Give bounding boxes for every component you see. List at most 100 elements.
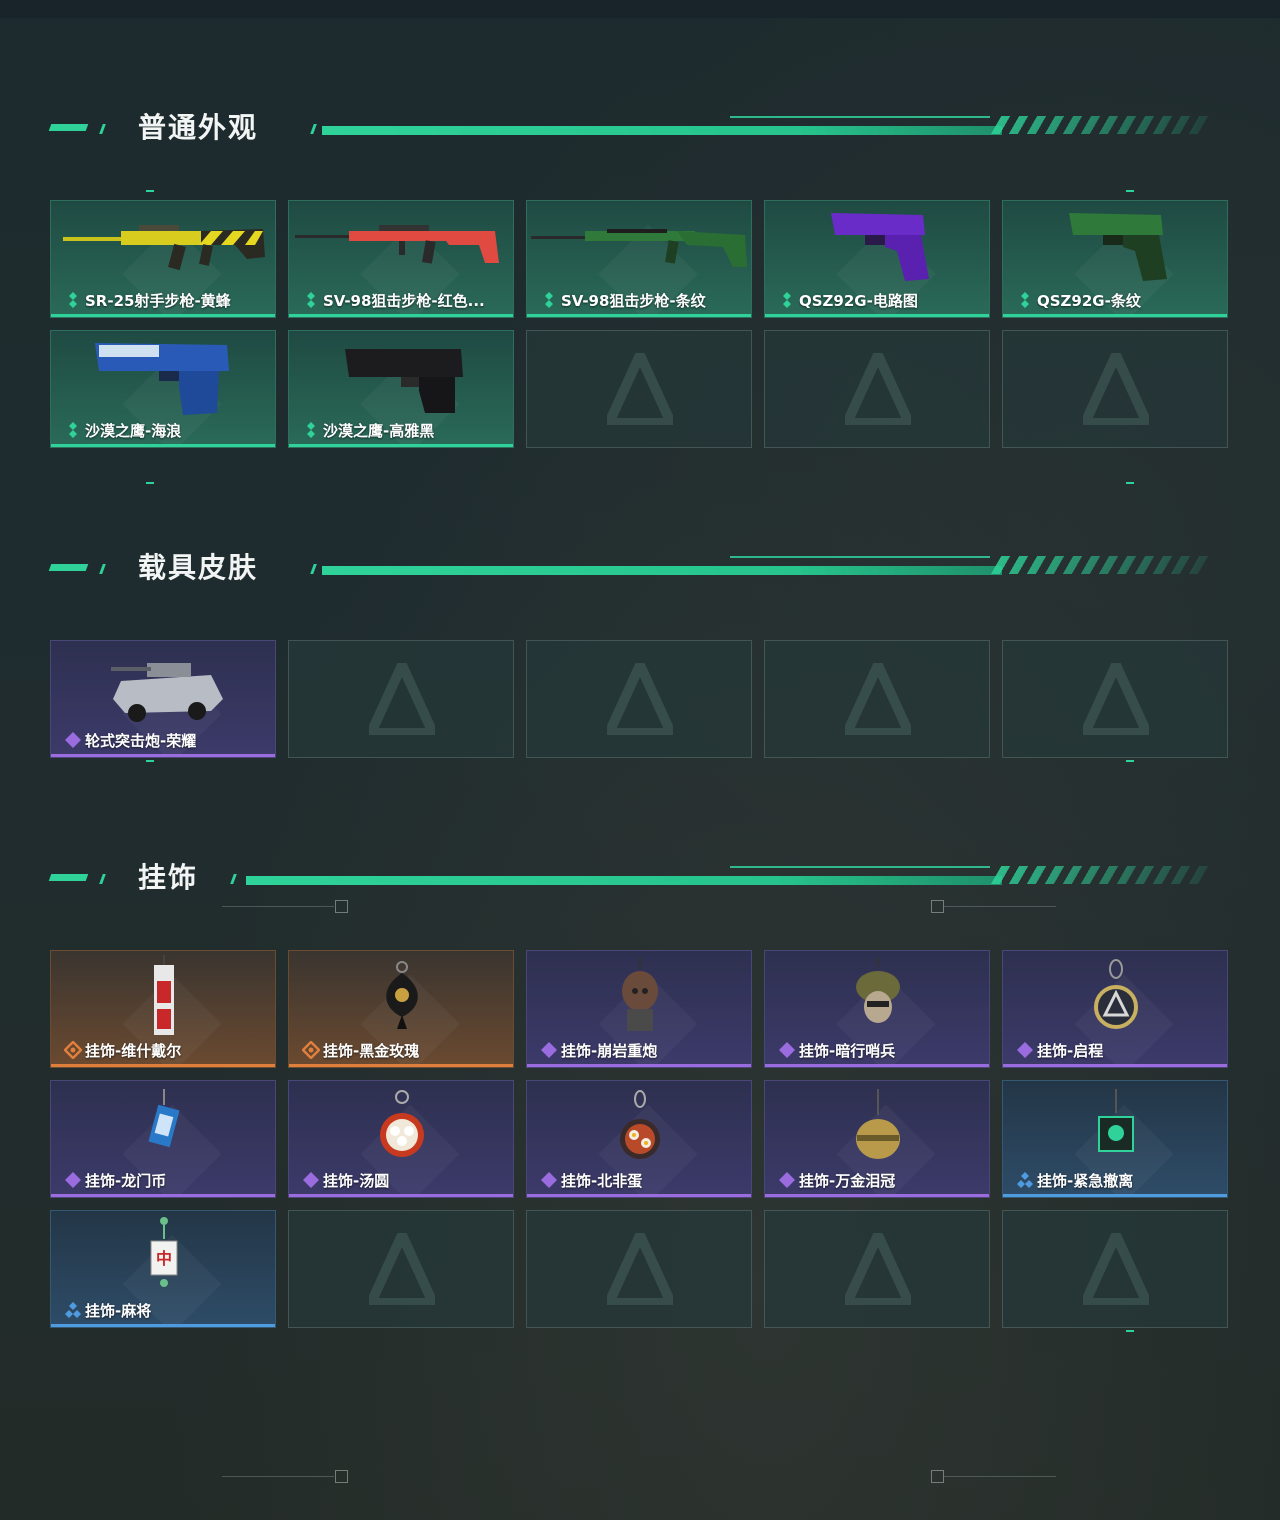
item-label: SV-98狙击步枪-红色... (323, 292, 485, 310)
placeholder-logo-icon (845, 1233, 911, 1305)
charm-ring-icon (1094, 959, 1138, 1029)
header-accent (99, 124, 106, 134)
item-card-charm-shadow-sentry[interactable]: 挂饰-暗行哨兵 (764, 950, 990, 1068)
header-line (730, 556, 990, 558)
item-card-deagle-wave[interactable]: 沙漠之鹰-海浪 (50, 330, 276, 448)
hud-line (944, 1476, 1056, 1477)
item-label: 挂饰-黑金玫瑰 (323, 1042, 420, 1060)
empty-slot (764, 640, 990, 758)
placeholder-logo-icon (1083, 1233, 1149, 1305)
item-label: 挂饰-紧急撤离 (1037, 1172, 1134, 1190)
header-accent (48, 124, 89, 131)
hud-box (931, 900, 944, 913)
hud-line (222, 906, 334, 907)
hud-box (335, 900, 348, 913)
rarity-orange-icon (302, 1041, 320, 1059)
rarity-bar (51, 1324, 275, 1327)
empty-slot (288, 640, 514, 758)
charm-pan-icon (620, 1090, 660, 1159)
placeholder-logo-icon (369, 1233, 435, 1305)
item-label: QSZ92G-电路图 (799, 292, 918, 310)
rarity-green-icon (307, 422, 315, 438)
placeholder-logo-icon (845, 663, 911, 735)
charm-card-icon (148, 1089, 180, 1148)
item-card-wheeled-assault-gun[interactable]: 轮式突击炮-荣耀 (50, 640, 276, 758)
header-line (730, 116, 990, 118)
item-card-charm-mahjong[interactable]: 中 挂饰-麻将 (50, 1210, 276, 1328)
rarity-purple-icon (65, 732, 81, 748)
placeholder-logo-icon (369, 663, 435, 735)
item-card-sv98-red[interactable]: SV-98狙击步枪-红色... (288, 200, 514, 318)
rarity-bar (527, 1064, 751, 1067)
rarity-bar (527, 1194, 751, 1197)
item-card-charm-wisadel[interactable]: 挂饰-维什戴尔 (50, 950, 276, 1068)
item-label: 挂饰-启程 (1037, 1042, 1104, 1060)
item-card-charm-emergency-evac[interactable]: 挂饰-紧急撤离 (1002, 1080, 1228, 1198)
item-card-charm-rock-cannon[interactable]: 挂饰-崩岩重炮 (526, 950, 752, 1068)
header-accent (230, 874, 237, 884)
item-card-charm-tangyuan[interactable]: 挂饰-汤圆 (288, 1080, 514, 1198)
rarity-bar (765, 314, 989, 317)
corner-mark (146, 482, 154, 484)
rarity-green-icon (545, 292, 553, 308)
header-accent (99, 874, 106, 884)
rarity-blue-icon (1017, 1172, 1033, 1188)
item-card-charm-tear-crown[interactable]: 挂饰-万金泪冠 (764, 1080, 990, 1198)
section-header-vehicle-skins: 载具皮肤 (48, 550, 1212, 590)
rarity-bar (527, 314, 751, 317)
rarity-green-icon (69, 292, 77, 308)
header-line (246, 876, 1002, 885)
sniper-green-icon (531, 229, 747, 267)
rarity-purple-icon (541, 1172, 557, 1188)
header-accent (310, 564, 317, 574)
rarity-bar (51, 1194, 275, 1197)
item-label: 沙漠之鹰-海浪 (85, 422, 182, 440)
item-label: QSZ92G-条纹 (1037, 292, 1141, 310)
empty-slot (526, 640, 752, 758)
rarity-purple-icon (541, 1042, 557, 1058)
rarity-bar (289, 1064, 513, 1067)
hud-box (335, 1470, 348, 1483)
rarity-bar (51, 754, 275, 757)
item-card-sr25-wasp[interactable]: SR-25射手步枪-黄蜂 (50, 200, 276, 318)
item-card-sv98-stripe[interactable]: SV-98狙击步枪-条纹 (526, 200, 752, 318)
empty-slot (1002, 330, 1228, 448)
item-label: 挂饰-维什戴尔 (85, 1042, 182, 1060)
rarity-bar (765, 1194, 989, 1197)
header-line (322, 126, 1002, 135)
item-card-deagle-black[interactable]: 沙漠之鹰-高雅黑 (288, 330, 514, 448)
item-card-qsz92g-circuit[interactable]: QSZ92G-电路图 (764, 200, 990, 318)
placeholder-logo-icon (845, 353, 911, 425)
corner-mark (1126, 190, 1134, 192)
header-checker (990, 866, 1212, 884)
rarity-purple-icon (65, 1172, 81, 1188)
item-card-qsz92g-stripe[interactable]: QSZ92G-条纹 (1002, 200, 1228, 318)
sniper-red-icon (295, 225, 499, 264)
item-label: 挂饰-龙门币 (85, 1172, 167, 1190)
section-header-normal-skins: 普通外观 (48, 110, 1212, 150)
item-card-charm-shakshuka[interactable]: 挂饰-北非蛋 (526, 1080, 752, 1198)
rarity-green-icon (307, 292, 315, 308)
rarity-green-icon (783, 292, 791, 308)
rarity-bar (289, 314, 513, 317)
empty-slot (1002, 640, 1228, 758)
empty-slot (1002, 1210, 1228, 1328)
empty-slot (526, 1210, 752, 1328)
rifle-yellow-icon (63, 225, 265, 271)
top-strip (0, 0, 1280, 18)
section-title: 普通外观 (138, 111, 259, 144)
deagle-blue-icon (95, 343, 229, 415)
rarity-bar (765, 1064, 989, 1067)
header-checker (990, 556, 1212, 574)
header-accent (48, 874, 89, 881)
item-label: 挂饰-暗行哨兵 (799, 1042, 896, 1060)
item-label: 挂饰-麻将 (85, 1302, 152, 1320)
armored-vehicle-icon (111, 663, 223, 722)
rarity-green-icon (69, 422, 77, 438)
hud-line (222, 1476, 334, 1477)
corner-mark (1126, 760, 1134, 762)
item-card-charm-black-gold-rose[interactable]: 挂饰-黑金玫瑰 (288, 950, 514, 1068)
item-card-charm-lungmen-coin[interactable]: 挂饰-龙门币 (50, 1080, 276, 1198)
item-card-charm-departure[interactable]: 挂饰-启程 (1002, 950, 1228, 1068)
item-label: SR-25射手步枪-黄蜂 (85, 292, 231, 310)
